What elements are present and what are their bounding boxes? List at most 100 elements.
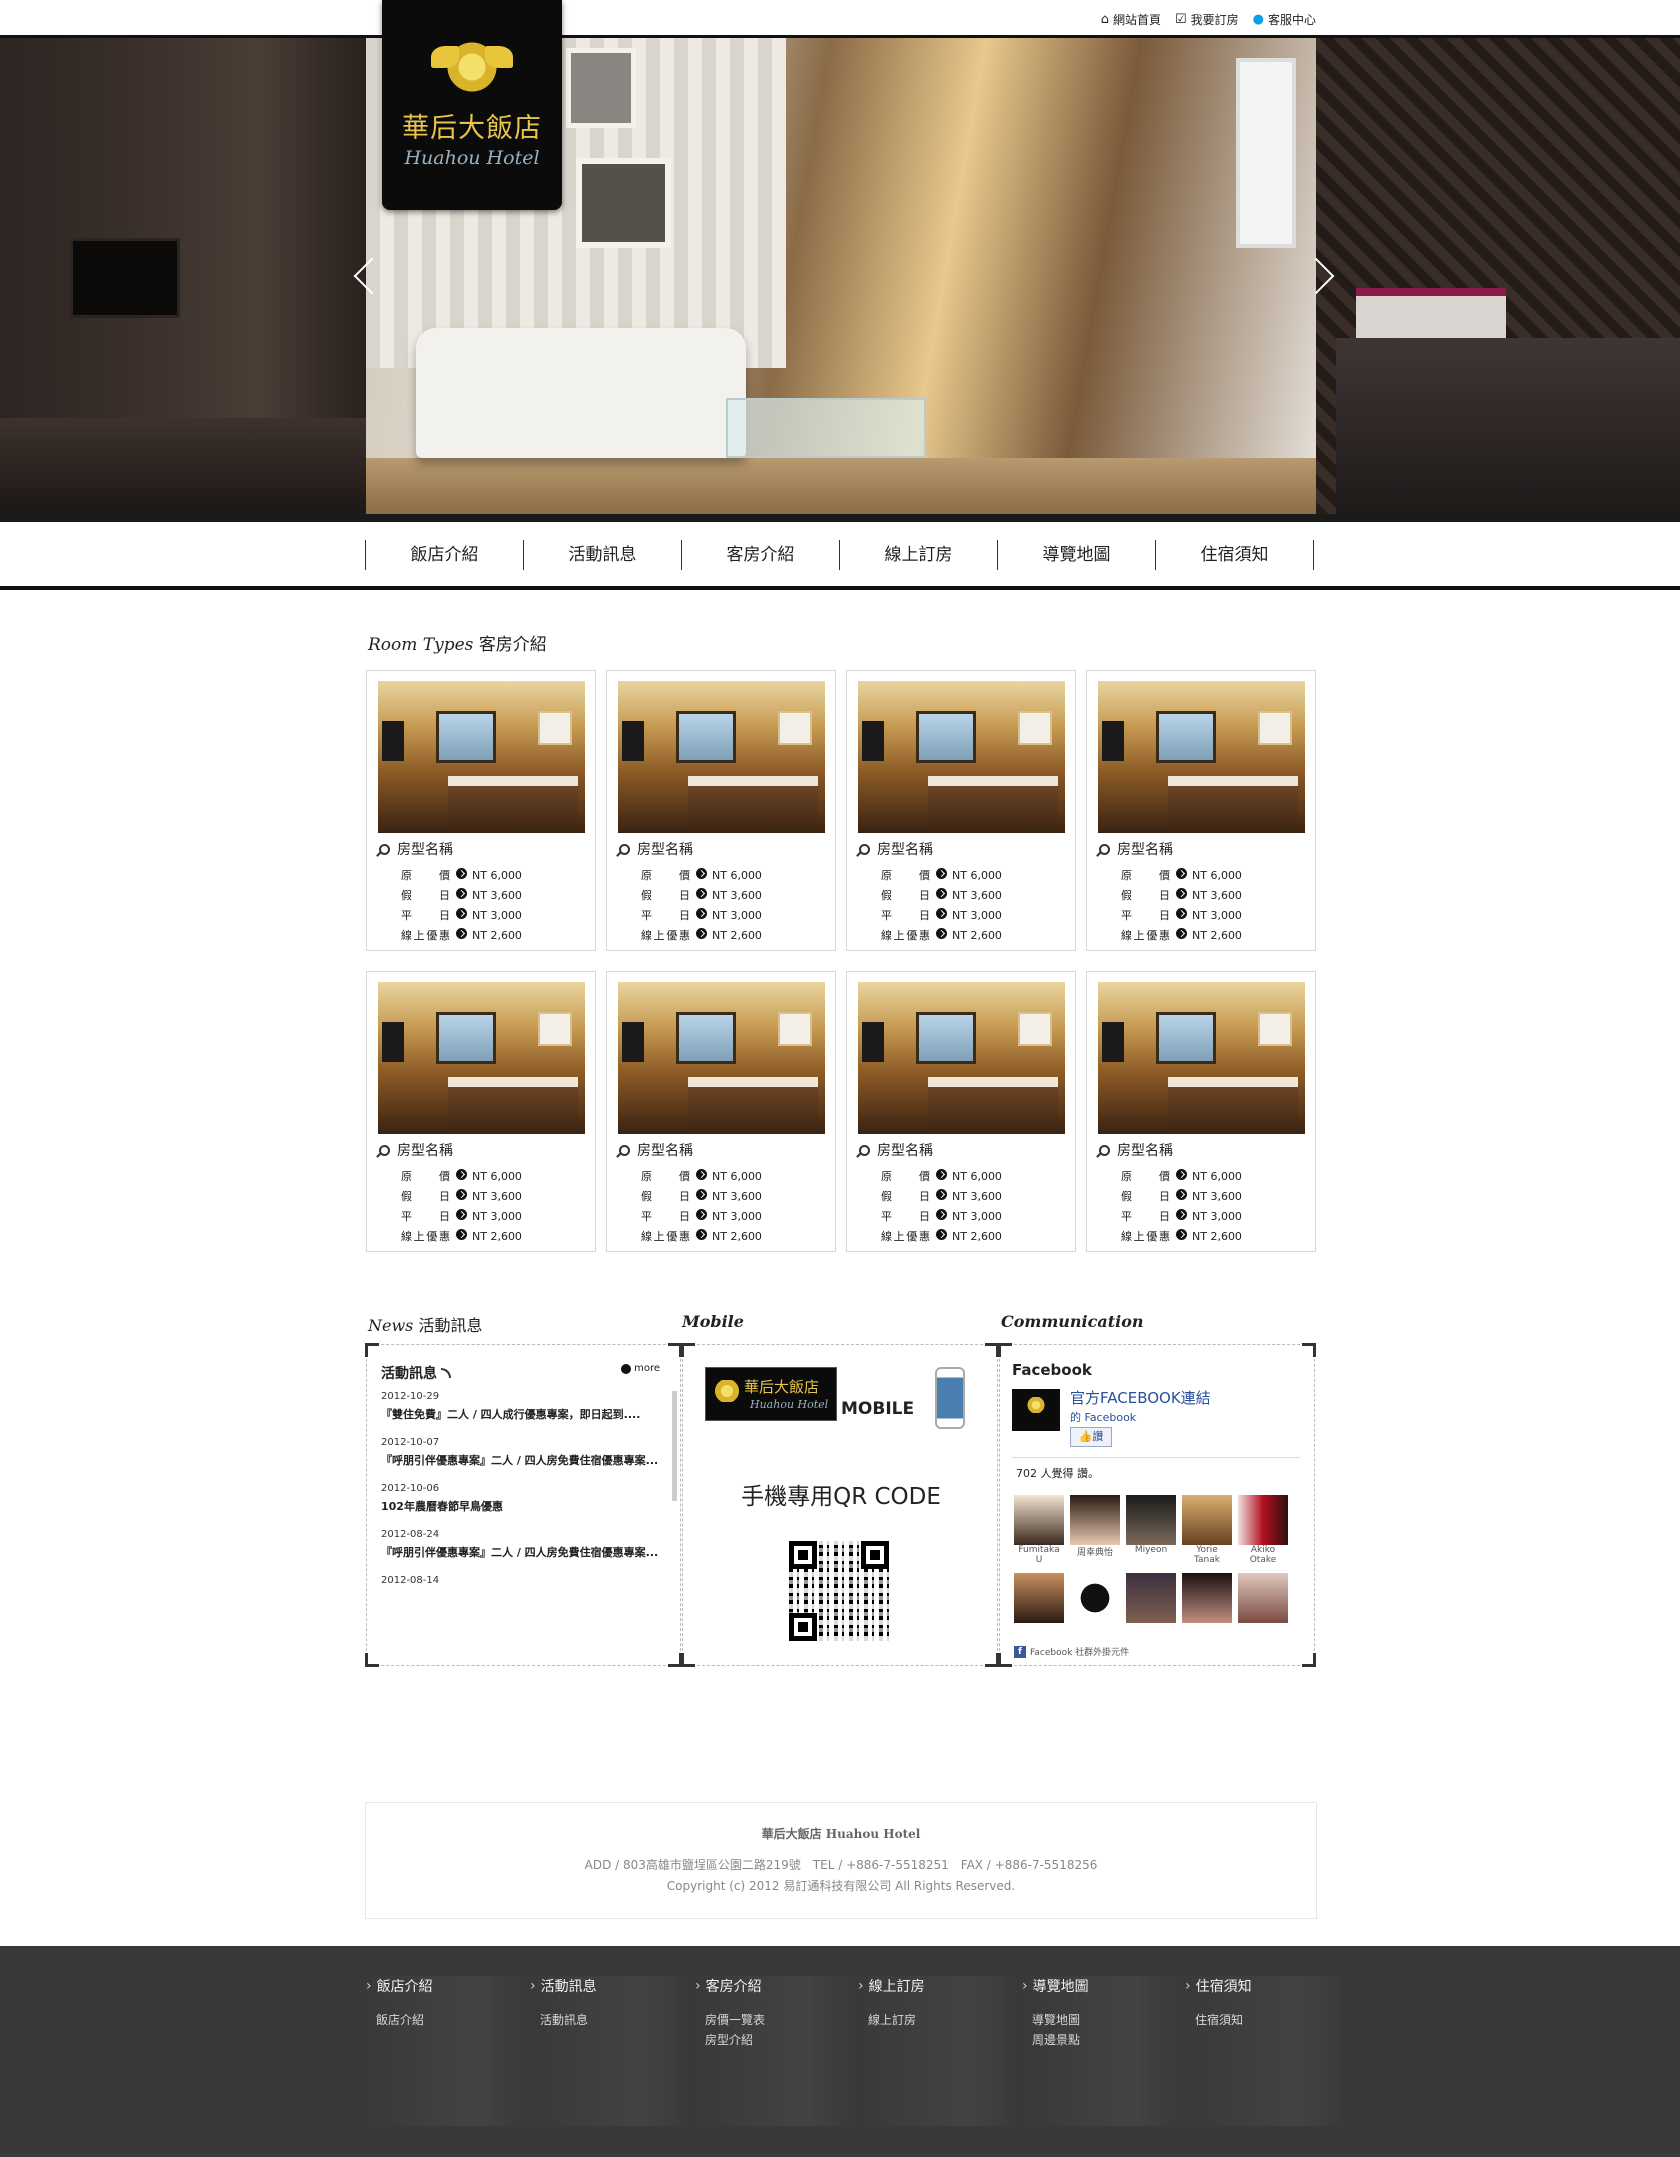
room-name[interactable]: 房型名稱	[619, 1140, 835, 1160]
footer-link[interactable]: 住宿須知	[1195, 2010, 1345, 2030]
slider-prev-arrow-icon[interactable]	[345, 253, 375, 303]
bullet-arrow-icon	[696, 908, 707, 919]
room-card[interactable]: 房型名稱原價 NT 6,000 假日 NT 3,600 平日 NT 3,000 線上優惠 NT…	[1086, 670, 1316, 951]
room-photo[interactable]	[378, 982, 585, 1134]
top-link-label: 客服中心	[1267, 13, 1316, 27]
room-name[interactable]: 房型名稱	[859, 1140, 1075, 1160]
fb-page-avatar[interactable]	[1012, 1389, 1060, 1431]
rss-icon[interactable]	[441, 1368, 451, 1378]
room-card[interactable]: 房型名稱 原價 NT 6,000 假日 NT 3,600 平日 NT 3,000 線上優惠 NT…	[846, 670, 1076, 951]
nav-hotel-intro[interactable]: 飯店介紹	[366, 540, 524, 570]
fan-avatar[interactable]	[1182, 1573, 1232, 1623]
fan-avatar[interactable]	[1238, 1573, 1288, 1623]
nav-news[interactable]: 活動訊息	[524, 540, 682, 570]
room-name[interactable]: 房型名稱	[379, 1140, 595, 1160]
footer-column-head[interactable]: 活動訊息	[530, 1976, 690, 1996]
room-card[interactable]: 房型名稱 原價 NT 6,000 假日 NT 3,600 平日 NT 3,000 線上優惠 NT…	[606, 971, 836, 1252]
price-value: NT 3,000	[712, 1209, 762, 1223]
fan-avatar[interactable]: Miyeon	[1126, 1495, 1176, 1565]
fan-avatar[interactable]	[1014, 1573, 1064, 1623]
mobile-hotel-logo: 華后大飯店 Huahou Hotel	[705, 1367, 837, 1421]
slider-next-arrow-icon[interactable]	[1305, 253, 1335, 303]
fb-plugin-credit[interactable]: f Facebook 社群外掛元件	[1014, 1645, 1129, 1658]
footer-link[interactable]: 周邊景點	[1032, 2030, 1182, 2050]
nav-rooms[interactable]: 客房介紹	[682, 540, 840, 570]
nav-booking[interactable]: 線上訂房	[840, 540, 998, 570]
room-photo[interactable]	[1098, 681, 1305, 833]
price-value: NT 2,600	[952, 928, 1002, 942]
room-photo[interactable]	[618, 982, 825, 1134]
room-name[interactable]: 房型名稱	[859, 839, 1075, 859]
room-name[interactable]: 房型名稱	[1099, 1140, 1315, 1160]
footer-link[interactable]: 飯店介紹	[376, 2010, 526, 2030]
fan-avatar[interactable]: 周幸典怡	[1070, 1495, 1120, 1565]
news-scrollbar[interactable]	[672, 1391, 677, 1501]
room-name[interactable]: 房型名稱	[619, 839, 835, 859]
bullet-arrow-icon	[936, 888, 947, 899]
bullet-arrow-icon	[1176, 1229, 1187, 1240]
price-label: 假日	[1121, 889, 1170, 902]
footer-column-head[interactable]: 導覽地圖	[1022, 1976, 1182, 1996]
room-photo[interactable]	[858, 982, 1065, 1134]
top-link-booking[interactable]: ☑ 我要訂房	[1175, 11, 1239, 28]
fan-avatar[interactable]	[1070, 1573, 1120, 1623]
fan-avatar[interactable]: Fumitaka U	[1014, 1495, 1064, 1565]
bullet-arrow-icon	[696, 1169, 707, 1180]
room-name[interactable]: 房型名稱	[1099, 839, 1315, 859]
news-more-link[interactable]: more	[621, 1363, 660, 1374]
price-label: 平日	[641, 1210, 690, 1223]
bullet-arrow-icon	[1176, 888, 1187, 899]
price-row: 平日 NT 3,000	[1121, 905, 1242, 925]
news-item[interactable]: 2012-10-07 『呼朋引伴優惠專案』二人 / 四人房免費住宿優惠專案...	[381, 1437, 661, 1469]
fb-like-button[interactable]: 👍讚	[1070, 1427, 1112, 1447]
magnifier-icon	[619, 1144, 630, 1156]
bullet-arrow-icon	[456, 868, 467, 879]
fb-fans-row-1: Fumitaka U 周幸典怡 Miyeon Yorie Tanak Akiko…	[1014, 1495, 1288, 1565]
news-item[interactable]: 2012-08-14	[381, 1575, 661, 1586]
room-photo[interactable]	[1098, 982, 1305, 1134]
top-link-home[interactable]: ⌂ 網站首頁	[1101, 11, 1161, 28]
room-card[interactable]: 房型名稱原價 NT 6,000 假日 NT 3,600 平日 NT 3,000 線上優惠 NT…	[846, 971, 1076, 1252]
bullet-arrow-icon	[936, 1209, 947, 1220]
price-value: NT 6,000	[952, 1169, 1002, 1183]
room-price-table: 原價 NT 6,000 假日 NT 3,600 平日 NT 3,000 線上優惠 NT 2,6…	[1121, 865, 1242, 945]
fan-avatar[interactable]: Akiko Otake	[1238, 1495, 1288, 1565]
footer-column-head[interactable]: 住宿須知	[1185, 1976, 1345, 1996]
price-value: NT 3,600	[472, 1189, 522, 1203]
fan-avatar[interactable]	[1126, 1573, 1176, 1623]
room-price-table: 原價 NT 6,000 假日 NT 3,600 平日 NT 3,000 線上優惠 NT 2,6…	[881, 1166, 1002, 1246]
fan-avatar[interactable]: Yorie Tanak	[1182, 1495, 1232, 1565]
room-photo[interactable]	[618, 681, 825, 833]
footer-link[interactable]: 房型介紹	[705, 2030, 855, 2050]
price-value: NT 6,000	[952, 868, 1002, 882]
footer-link[interactable]: 房價一覽表	[705, 2010, 855, 2030]
room-card[interactable]: 房型名稱 原價 NT 6,000 假日 NT 3,600 平日 NT 3,000 線上優惠 NT…	[606, 670, 836, 951]
room-grid-row-2: 房型名稱原價 NT 6,000 假日 NT 3,600 平日 NT 3,000 線上優惠 NT…	[366, 971, 1316, 1252]
news-item[interactable]: 2012-08-24 『呼朋引伴優惠專案』二人 / 四人房免費住宿優惠專案...	[381, 1529, 661, 1561]
footer-column-head[interactable]: 線上訂房	[858, 1976, 1018, 1996]
footer-link[interactable]: 線上訂房	[868, 2010, 1018, 2030]
fb-like-count: 702 人覺得 讚。	[1016, 1467, 1099, 1480]
room-card[interactable]: 房型名稱 原價 NT 6,000 假日 NT 3,600 平日 NT 3,000 線上優惠 NT…	[366, 971, 596, 1252]
fb-page-name[interactable]: 官方FACEBOOK連結	[1070, 1387, 1211, 1408]
news-item[interactable]: 2012-10-06 102年農曆春節早鳥優惠	[381, 1483, 661, 1515]
footer-link[interactable]: 導覽地圖	[1032, 2010, 1182, 2030]
price-label: 線上優惠	[641, 929, 690, 942]
room-card[interactable]: 房型名稱 原價 NT 6,000 假日 NT 3,600 平日 NT 3,000 線上優惠 NT…	[366, 670, 596, 951]
news-item[interactable]: 2012-10-29 『雙住免費』二人 / 四人成行優惠專案，即日起到....	[381, 1391, 661, 1423]
nav-notice[interactable]: 住宿須知	[1156, 540, 1314, 570]
facebook-box: Facebook 官方FACEBOOK連結 的 Facebook 👍讚 702 …	[998, 1343, 1316, 1667]
footer-column-head[interactable]: 飯店介紹	[366, 1976, 526, 1996]
footer-link[interactable]: 活動訊息	[540, 2010, 690, 2030]
room-name[interactable]: 房型名稱	[379, 839, 595, 859]
room-card[interactable]: 房型名稱原價 NT 6,000 假日 NT 3,600 平日 NT 3,000 線上優惠 NT…	[1086, 971, 1316, 1252]
room-photo[interactable]	[378, 681, 585, 833]
room-price-table: 原價 NT 6,000 假日 NT 3,600 平日 NT 3,000 線上優惠 NT 2,6…	[1121, 1166, 1242, 1246]
top-link-service[interactable]: ● 客服中心	[1253, 11, 1316, 28]
bullet-arrow-icon	[696, 1189, 707, 1200]
price-value: NT 3,000	[952, 908, 1002, 922]
nav-map[interactable]: 導覽地圖	[998, 540, 1156, 570]
room-photo[interactable]	[858, 681, 1065, 833]
hotel-logo[interactable]: 華后大飯店 Huahou Hotel	[382, 0, 562, 210]
footer-column-head[interactable]: 客房介紹	[695, 1976, 855, 1996]
